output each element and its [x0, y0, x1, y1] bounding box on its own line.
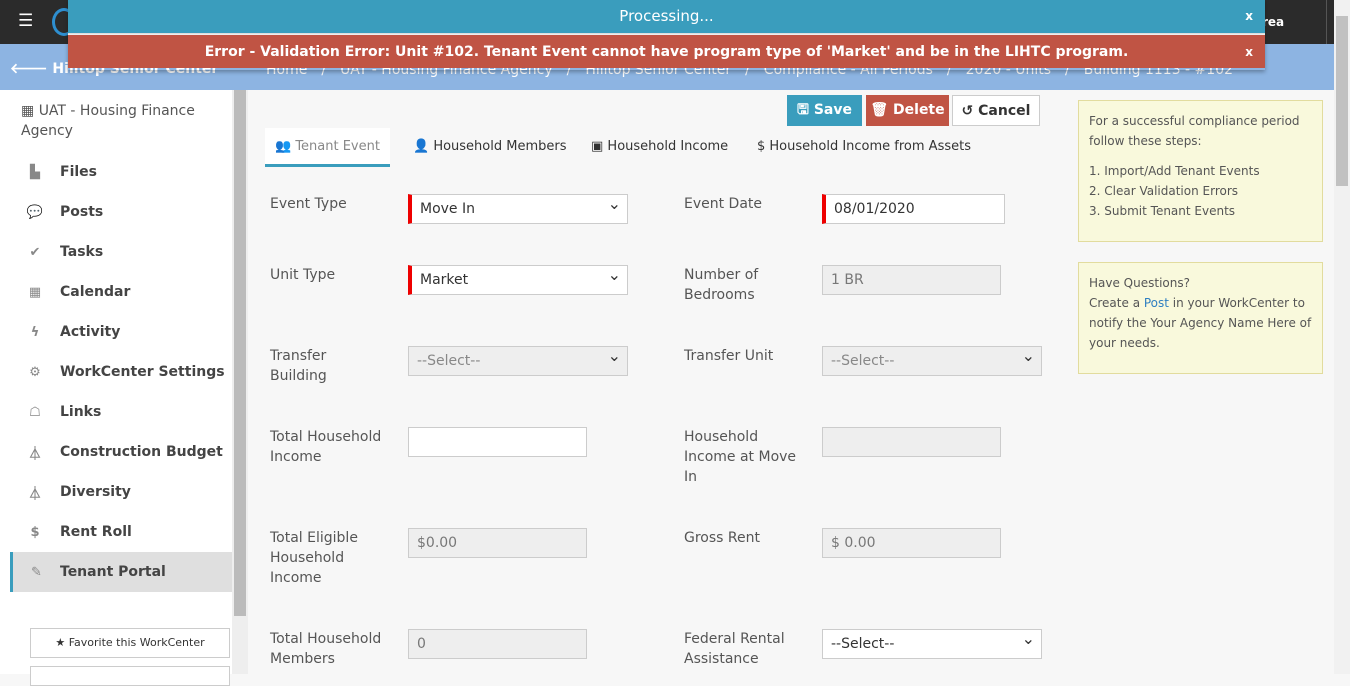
- tab-household-income-assets[interactable]: $ Household Income from Assets: [757, 128, 971, 167]
- sidebar-item-label: Diversity: [60, 484, 131, 500]
- step-item: 2. Clear Validation Errors: [1089, 184, 1239, 198]
- sidebar-scrollbar-thumb[interactable]: [234, 90, 246, 616]
- federal-assistance-label: Federal Rental Assistance: [684, 631, 785, 667]
- questions-title: Have Questions?: [1089, 276, 1190, 290]
- delete-button[interactable]: 🗑 Delete: [866, 95, 949, 126]
- members-input[interactable]: 0: [408, 629, 587, 659]
- sidebar-item-tasks[interactable]: ✔ Tasks: [10, 232, 232, 272]
- divider: [1326, 0, 1327, 44]
- sidebar-item-files[interactable]: ▙ Files: [10, 152, 232, 192]
- event-type-select[interactable]: Move In: [408, 190, 628, 224]
- favorite-workcenter-button[interactable]: ★ Favorite this WorkCenter: [30, 628, 230, 658]
- members-label: Total Household Members: [270, 631, 382, 667]
- sidebar-item-tenant-portal[interactable]: ✎ Tenant Portal: [10, 552, 232, 592]
- eligible-income-label: Total Eligible Household Income: [270, 530, 358, 586]
- sidebar-item-label: WorkCenter Settings: [60, 364, 225, 380]
- bedrooms-label: Number of Bedrooms: [684, 267, 759, 303]
- file-icon: ▙: [30, 164, 40, 180]
- sidebar-item-label: Tasks: [60, 244, 104, 260]
- sidebar-item-rent-roll[interactable]: $ Rent Roll: [10, 512, 232, 552]
- sidebar-item-calendar[interactable]: ▦ Calendar: [10, 272, 232, 312]
- bolt-icon: ϟ: [30, 324, 40, 340]
- tab-household-income[interactable]: ▣ Household Income: [591, 128, 728, 167]
- unit-type-select[interactable]: Market: [408, 261, 628, 295]
- income-move-in-input[interactable]: [822, 427, 1001, 457]
- sidebar-item-activity[interactable]: ϟ Activity: [10, 312, 232, 352]
- gear-icon: ⚙: [29, 364, 41, 380]
- gross-rent-label: Gross Rent: [684, 530, 760, 546]
- bedrooms-input[interactable]: 1 BR: [822, 265, 1001, 295]
- income-move-in-label: Household Income at Move In: [684, 429, 797, 485]
- flask-icon: ⏃: [28, 446, 42, 462]
- save-button[interactable]: 🖫 Save: [787, 95, 862, 126]
- total-income-input[interactable]: [408, 427, 587, 457]
- arrow-left-icon: 🡐: [10, 61, 48, 77]
- gross-rent-input[interactable]: $ 0.00: [822, 528, 1001, 558]
- sidebar-item-diversity[interactable]: ⏃ Diversity: [10, 472, 232, 512]
- close-icon[interactable]: x: [1245, 0, 1253, 32]
- sidebar-agency-link[interactable]: ▦ UAT - Housing Finance Agency: [21, 101, 221, 141]
- sidebar-item-label: Rent Roll: [60, 524, 132, 540]
- sidebar-button[interactable]: [30, 666, 230, 686]
- sidebar-item-label: Activity: [60, 324, 121, 340]
- flask-icon: ⏃: [28, 486, 42, 502]
- error-text: Error - Validation Error: Unit #102. Ten…: [204, 44, 1129, 60]
- close-icon[interactable]: x: [1245, 35, 1253, 69]
- post-link[interactable]: Post: [1144, 296, 1169, 310]
- sidebar-item-label: Files: [60, 164, 97, 180]
- sidebar-item-posts[interactable]: 💬 Posts: [10, 192, 232, 232]
- building-icon: ▦: [21, 103, 35, 119]
- user-menu[interactable]: rea: [1262, 15, 1284, 29]
- step-item: 1. Import/Add Tenant Events: [1089, 164, 1260, 178]
- transfer-building-select[interactable]: --Select--: [408, 342, 628, 376]
- federal-assistance-select[interactable]: --Select--: [822, 625, 1042, 659]
- event-date-label: Event Date: [684, 196, 763, 212]
- questions-text: Create a: [1089, 296, 1144, 310]
- transfer-unit-select[interactable]: --Select--: [822, 342, 1042, 376]
- cancel-button[interactable]: ↺ Cancel: [952, 95, 1040, 126]
- transfer-building-label: Transfer Building: [270, 348, 327, 384]
- error-banner: Error - Validation Error: Unit #102. Ten…: [68, 34, 1265, 68]
- calendar-icon: ▦: [28, 284, 42, 300]
- step-item: 3. Submit Tenant Events: [1089, 204, 1236, 218]
- dollar-icon: $: [30, 524, 40, 540]
- notification-dialog: Processing... x Error - Validation Error:…: [68, 0, 1265, 70]
- tab-tenant-event[interactable]: 👥 Tenant Event: [265, 128, 390, 167]
- sidebar-item-construction-budget[interactable]: ⏃ Construction Budget: [10, 432, 232, 472]
- hamburger-icon[interactable]: ☰: [18, 11, 33, 31]
- sidebar-item-workcenter-settings[interactable]: ⚙ WorkCenter Settings: [10, 352, 232, 392]
- page-scrollbar-thumb[interactable]: [1336, 16, 1348, 186]
- total-income-label: Total Household Income: [270, 429, 382, 465]
- sidebar-item-label: Posts: [60, 204, 104, 220]
- sidebar-item-label: Links: [60, 404, 102, 420]
- sitemap-icon: ☖: [29, 404, 41, 420]
- sidebar-item-label: Tenant Portal: [60, 564, 166, 580]
- transfer-unit-label: Transfer Unit: [684, 348, 774, 364]
- processing-text: Processing...: [619, 7, 714, 25]
- tab-household-members[interactable]: 👤 Household Members: [413, 128, 567, 167]
- event-date-input[interactable]: 08/01/2020: [822, 194, 1005, 224]
- unit-type-label: Unit Type: [270, 267, 336, 283]
- check-icon: ✔: [29, 244, 41, 260]
- comments-icon: 💬: [26, 204, 44, 220]
- sidebar-item-links[interactable]: ☖ Links: [10, 392, 232, 432]
- eligible-income-input[interactable]: $0.00: [408, 528, 587, 558]
- processing-banner: Processing... x: [68, 0, 1265, 34]
- sidebar-item-label: Calendar: [60, 284, 131, 300]
- sidebar-item-label: Construction Budget: [60, 444, 223, 460]
- questions-panel: Have Questions? Create a Post in your Wo…: [1078, 262, 1323, 374]
- event-type-label: Event Type: [270, 196, 347, 212]
- compliance-steps-panel: For a successful compliance period follo…: [1078, 100, 1323, 242]
- steps-intro: For a successful compliance period follo…: [1089, 114, 1300, 148]
- pencil-icon: ✎: [31, 564, 42, 580]
